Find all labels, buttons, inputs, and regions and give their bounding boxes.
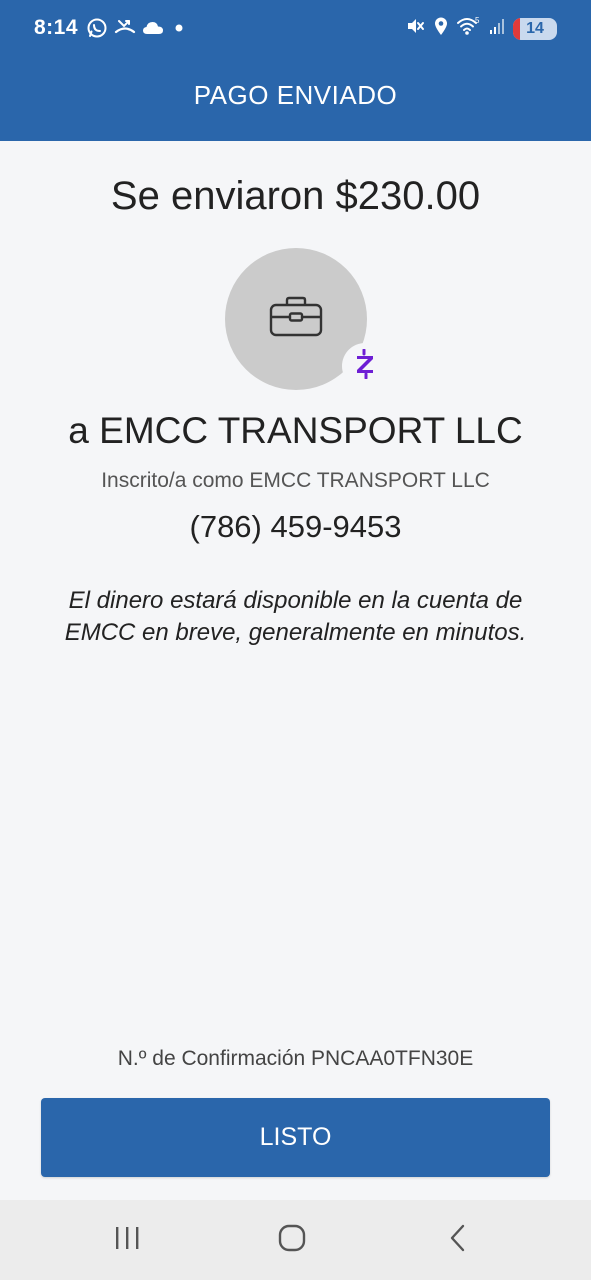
- status-bar: 8:14 5 14: [0, 0, 591, 52]
- recent-apps-icon: [113, 1225, 141, 1256]
- back-button[interactable]: [438, 1222, 478, 1258]
- recipient-phone: (786) 459-9453: [189, 509, 402, 544]
- enrolled-as-text: Inscrito/a como EMCC TRANSPORT LLC: [101, 469, 490, 492]
- app-header: PAGO ENVIADO: [0, 52, 591, 141]
- battery-icon: 14: [513, 17, 557, 40]
- briefcase-icon: [268, 295, 324, 344]
- confirmation-number: N.º de Confirmación PNCAA0TFN30E: [117, 1047, 474, 1070]
- location-icon: [433, 16, 449, 41]
- status-time: 8:14: [34, 16, 79, 39]
- amount-sent-text: Se enviaron $230.00: [110, 174, 481, 218]
- notification-icons: [86, 17, 186, 44]
- zelle-logo-icon: [354, 348, 376, 384]
- recent-apps-button[interactable]: [107, 1222, 147, 1258]
- mute-icon: [405, 16, 425, 41]
- missed-call-icon: [114, 17, 136, 44]
- cloud-icon: [142, 20, 164, 41]
- system-icons: 5 14: [405, 16, 557, 41]
- done-button[interactable]: LISTO: [41, 1098, 550, 1177]
- recipient-name: a EMCC TRANSPORT LLC: [68, 410, 523, 451]
- whatsapp-icon: [86, 17, 108, 44]
- signal-icon: [489, 17, 505, 40]
- wifi-icon: 5: [457, 16, 481, 41]
- home-button[interactable]: [272, 1222, 312, 1258]
- home-icon: [277, 1223, 307, 1258]
- notification-dot-icon: [170, 20, 186, 41]
- back-icon: [447, 1223, 469, 1258]
- zelle-badge: [342, 343, 388, 389]
- svg-text:5: 5: [475, 16, 480, 25]
- battery-level: 14: [526, 19, 544, 37]
- availability-note: El dinero estará disponible en la cuenta…: [64, 587, 527, 646]
- system-nav-bar: [0, 1200, 591, 1280]
- confirmation-panel: Se enviaron $230.00 a EMCC TRANSPORT LLC…: [0, 141, 591, 1200]
- page-title: PAGO ENVIADO: [193, 80, 398, 110]
